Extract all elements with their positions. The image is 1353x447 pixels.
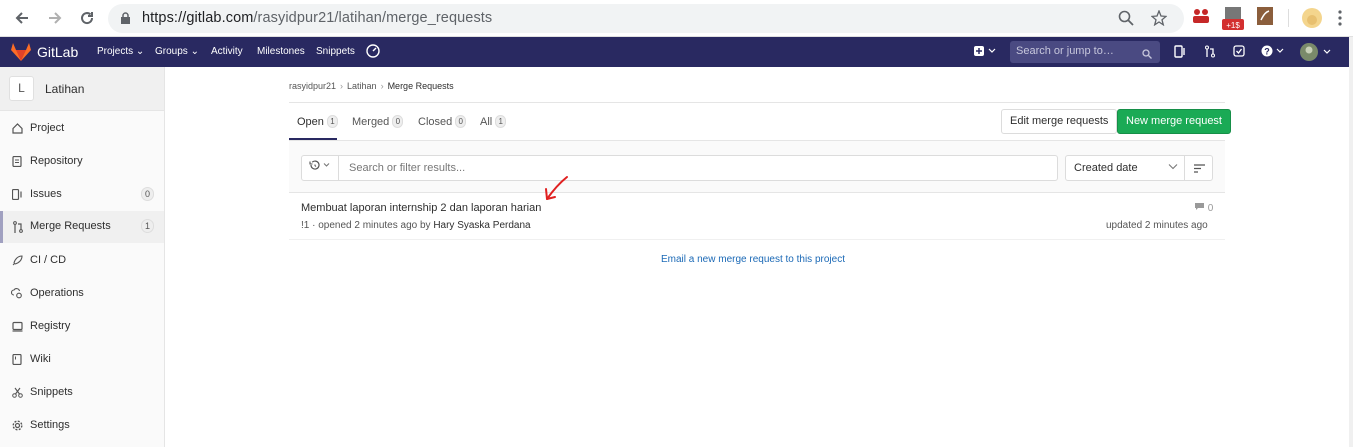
settings-icon xyxy=(11,420,23,432)
sort-dropdown[interactable]: Created date xyxy=(1065,155,1185,181)
forward-icon[interactable] xyxy=(45,8,65,28)
cloud-gear-icon xyxy=(10,288,23,300)
divider xyxy=(289,102,1225,103)
chevron-right-icon: › xyxy=(380,81,384,91)
breadcrumb-page[interactable]: Merge Requests xyxy=(388,81,454,91)
project-name: Latihan xyxy=(45,82,85,96)
merge-requests-count-badge: 1 xyxy=(140,219,154,233)
gitlab-logo-icon[interactable] xyxy=(11,43,31,61)
chevron-right-icon: › xyxy=(340,81,344,91)
toolbar-divider xyxy=(1288,9,1289,27)
address-bar[interactable]: https://gitlab.com/rasyidpur21/latihan/m… xyxy=(108,4,1184,33)
comment-icon xyxy=(1195,203,1204,210)
home-icon xyxy=(11,123,23,135)
tab-closed[interactable]: Closed 0 xyxy=(418,115,467,128)
edit-merge-requests-button[interactable]: Edit merge requests xyxy=(1001,109,1118,134)
todos-nav-icon[interactable] xyxy=(1233,45,1245,60)
reload-icon[interactable] xyxy=(77,8,97,28)
history-icon xyxy=(309,160,330,170)
zoom-icon[interactable] xyxy=(1118,10,1134,31)
project-avatar: L xyxy=(9,76,34,101)
comments-count[interactable]: 0 xyxy=(1194,202,1213,214)
sidebar-item-operations[interactable]: Operations xyxy=(0,278,164,309)
tab-merged[interactable]: Merged 0 xyxy=(352,115,404,128)
scissors-icon xyxy=(11,387,23,399)
svg-text:+1$: +1$ xyxy=(1226,21,1240,30)
merge-request-author[interactable]: Hary Syaska Perdana xyxy=(433,220,530,231)
nav-groups[interactable]: Groups ⌄ xyxy=(155,46,199,57)
lock-icon xyxy=(120,12,131,30)
gitlab-navbar: GitLab Projects ⌄ Groups ⌄ Activity Mile… xyxy=(0,37,1349,67)
gitlab-brand[interactable]: GitLab xyxy=(37,44,78,60)
tab-open[interactable]: Open 1 xyxy=(297,115,338,128)
filter-placeholder: Search or filter results... xyxy=(349,162,466,174)
filter-input[interactable]: Search or filter results... xyxy=(301,155,1058,181)
sort-direction-button[interactable] xyxy=(1184,155,1213,181)
project-sidebar: L Latihan Project Repository Issues 0 Me… xyxy=(0,67,165,447)
merge-request-title[interactable]: Membuat laporan internship 2 dan laporan… xyxy=(301,202,541,214)
merge-request-icon xyxy=(12,221,24,233)
book-icon xyxy=(11,353,23,366)
sidebar-item-settings[interactable]: Settings xyxy=(0,410,164,441)
new-merge-request-button[interactable]: New merge request xyxy=(1117,109,1231,134)
sort-lines-icon xyxy=(1194,164,1205,173)
browser-menu-icon[interactable] xyxy=(1338,10,1342,31)
sidebar-item-issues[interactable]: Issues 0 xyxy=(0,179,164,210)
tab-all[interactable]: All 1 xyxy=(480,115,507,128)
help-icon[interactable]: ? xyxy=(1261,45,1285,60)
breadcrumb-user[interactable]: rasyidpur21 xyxy=(289,81,336,91)
breadcrumb: rasyidpur21 › Latihan › Merge Requests xyxy=(289,81,454,91)
issues-icon xyxy=(11,188,23,201)
sidebar-item-project[interactable]: Project xyxy=(0,113,164,144)
rocket-icon xyxy=(11,255,23,267)
pdf-extension-icon[interactable] xyxy=(1257,7,1273,30)
extension-people-icon[interactable] xyxy=(1192,7,1210,30)
registry-icon xyxy=(11,321,23,333)
merge-request-updated: updated 2 minutes ago xyxy=(1106,220,1208,231)
user-avatar-menu[interactable] xyxy=(1300,42,1332,65)
annotation-arrow-icon xyxy=(540,175,570,208)
doc-icon xyxy=(11,155,23,168)
nav-milestones[interactable]: Milestones xyxy=(257,46,305,57)
sidebar-item-ci-cd[interactable]: CI / CD xyxy=(0,245,164,276)
sidebar-item-repository[interactable]: Repository xyxy=(0,146,164,177)
nav-snippets[interactable]: Snippets xyxy=(316,46,355,57)
back-icon[interactable] xyxy=(12,8,32,28)
sidebar-project-header[interactable]: L Latihan xyxy=(0,67,164,111)
email-new-merge-request-link[interactable]: Email a new merge request to this projec… xyxy=(661,254,845,265)
search-input[interactable]: Search or jump to… xyxy=(1010,41,1160,63)
nav-projects[interactable]: Projects ⌄ xyxy=(97,46,144,57)
browser-toolbar: https://gitlab.com/rasyidpur21/latihan/m… xyxy=(0,0,1353,37)
url-text: https://gitlab.com/rasyidpur21/latihan/m… xyxy=(142,10,493,26)
issues-nav-icon[interactable] xyxy=(1174,45,1186,61)
merge-requests-nav-icon[interactable] xyxy=(1204,45,1216,61)
sidebar-item-registry[interactable]: Registry xyxy=(0,311,164,342)
scrollbar[interactable] xyxy=(1349,37,1353,447)
svg-text:?: ? xyxy=(1264,47,1270,57)
sidebar-item-snippets[interactable]: Snippets xyxy=(0,377,164,408)
recent-searches-button[interactable] xyxy=(302,156,339,180)
sidebar-item-wiki[interactable]: Wiki xyxy=(0,344,164,375)
profile-avatar[interactable] xyxy=(1302,8,1322,33)
new-item-plus-icon[interactable] xyxy=(974,45,996,60)
chevron-down-icon xyxy=(1168,161,1178,173)
merge-request-meta: !1 · opened 2 minutes ago by Hary Syaska… xyxy=(301,220,531,231)
divider xyxy=(289,239,1225,240)
sidebar-item-merge-requests[interactable]: Merge Requests 1 xyxy=(0,211,164,243)
bookmark-star-icon[interactable] xyxy=(1150,9,1168,31)
breadcrumb-project[interactable]: Latihan xyxy=(347,81,377,91)
performance-bar-icon[interactable] xyxy=(366,44,380,61)
nav-activity[interactable]: Activity xyxy=(211,46,243,57)
extension-badge-icon[interactable]: +1$ xyxy=(1222,5,1244,36)
search-icon xyxy=(1142,46,1152,64)
issues-count-badge: 0 xyxy=(140,187,154,201)
